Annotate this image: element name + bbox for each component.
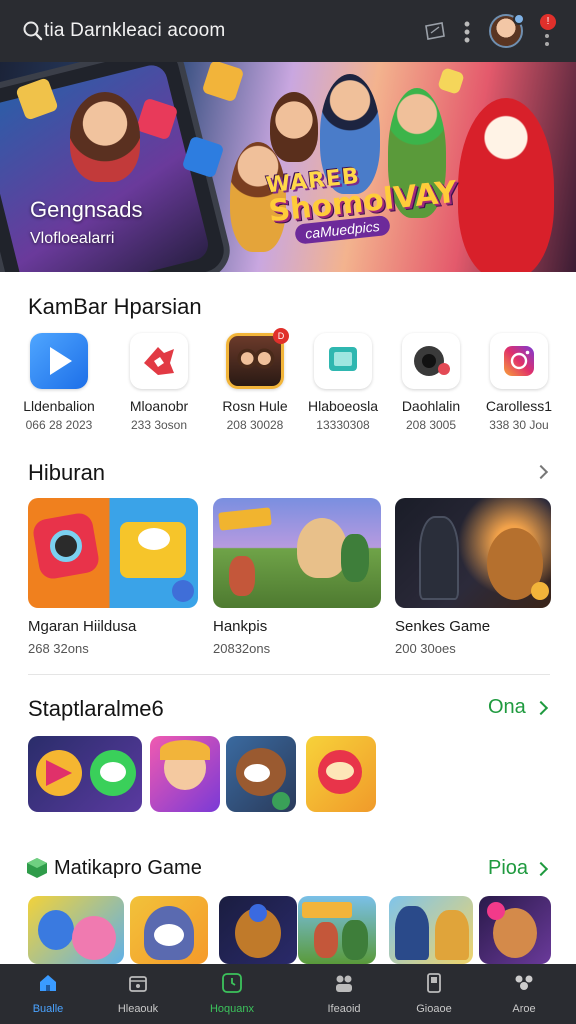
- app-name: Mloanobr: [129, 398, 189, 414]
- app-title: tia Darnkleaci acoom: [44, 20, 226, 41]
- game-tile[interactable]: [28, 896, 124, 964]
- phone-icon: [427, 973, 441, 993]
- card-size: 20832ons: [213, 641, 271, 656]
- nav-item-clock[interactable]: Hoquanx: [184, 964, 280, 1024]
- app-size: 208 30028: [226, 418, 284, 432]
- camera-icon: [402, 333, 460, 389]
- game-tile[interactable]: [479, 896, 551, 964]
- nav-item-phone[interactable]: Gioaoe: [386, 964, 482, 1024]
- card-size: 268 32ons: [28, 641, 89, 656]
- avatar[interactable]: [489, 13, 525, 48]
- app-name: Rosn Hule: [222, 398, 288, 414]
- search-icon[interactable]: [22, 20, 44, 42]
- game-tile[interactable]: [306, 736, 376, 812]
- entertainment-card[interactable]: Senkes Game 200 30oes: [395, 498, 551, 656]
- chevron-right-icon[interactable]: [533, 861, 549, 877]
- divider: [28, 674, 550, 675]
- more-vert-icon[interactable]: • • •: [462, 15, 472, 49]
- ticket-icon[interactable]: [424, 22, 446, 40]
- bottom-nav: Bualle Hleaouk Hoquanx Ifeaoid Gioaoe Ar…: [0, 964, 576, 1024]
- app-name: Daohlalin: [401, 398, 461, 414]
- app-name: Hlaboeosla: [307, 398, 379, 414]
- app-size: 233 3oson: [130, 418, 188, 432]
- card-name: Senkes Game: [395, 618, 491, 635]
- hero-subtitle: Vlofloealarri: [30, 230, 115, 247]
- game-tile[interactable]: [389, 896, 473, 964]
- people-icon: [336, 975, 352, 992]
- nav-item-calendar[interactable]: Hleaouk: [90, 964, 186, 1024]
- app-item[interactable]: Carolless1 338 30 Jou: [471, 333, 567, 432]
- game-tile[interactable]: [219, 896, 297, 964]
- app-item[interactable]: Lldenbalion 066 28 2023: [11, 333, 107, 432]
- card-size: 200 30oes: [395, 641, 456, 656]
- app-size: 208 3005: [405, 418, 457, 432]
- app-badge: D: [273, 328, 289, 344]
- game-tile[interactable]: [226, 736, 296, 812]
- nav-item-home[interactable]: Bualle: [0, 964, 96, 1024]
- game-tile[interactable]: [28, 736, 142, 812]
- card-image: [28, 498, 198, 608]
- chevron-right-icon[interactable]: [533, 464, 549, 480]
- app-name: Carolless1: [485, 398, 553, 414]
- avatar-status-badge: [513, 13, 525, 25]
- notification-badge: !: [540, 14, 556, 30]
- section-title-apps: KamBar Hparsian: [28, 294, 202, 319]
- app-size: 066 28 2023: [25, 418, 93, 432]
- app-item[interactable]: Hlaboeosla 13330308: [295, 333, 391, 432]
- entertainment-card[interactable]: Mgaran Hiildusa 268 32ons: [28, 498, 198, 656]
- puzzle-icon: [130, 333, 188, 389]
- entertainment-card[interactable]: Hankpis 20832ons: [213, 498, 381, 656]
- chevron-right-icon[interactable]: [533, 700, 549, 716]
- card-name: Mgaran Hiildusa: [28, 618, 137, 635]
- home-icon: [40, 975, 56, 991]
- cube-icon: [27, 858, 47, 878]
- app-item[interactable]: D Rosn Hule 208 30028: [207, 328, 303, 432]
- card-image: [213, 498, 381, 608]
- calendar-icon: [129, 976, 147, 992]
- section-title-hiburan: Hiburan: [28, 460, 106, 485]
- hero-title: Gengnsads: [30, 197, 143, 222]
- app-item[interactable]: Daohlalin 208 3005: [383, 333, 479, 432]
- section-title-matika: Matikapro Game: [54, 857, 202, 879]
- chat-icon: [314, 333, 372, 389]
- nav-item-people[interactable]: Ifeaoid: [296, 964, 392, 1024]
- app-name: Lldenbalion: [23, 398, 95, 414]
- app-item[interactable]: Mloanobr 233 3oson: [111, 333, 207, 432]
- nav-item-group[interactable]: Aroe: [476, 964, 572, 1024]
- app-size: 338 30 Jou: [489, 418, 549, 432]
- card-image: [395, 498, 551, 608]
- hero-banner[interactable]: WAREB ShomolVAY caMuedpics Gengnsads Vlo…: [0, 62, 576, 272]
- play-store-icon: [30, 333, 88, 389]
- game-tile[interactable]: [130, 896, 208, 964]
- game-logo: WAREB ShomolVAY caMuedpics: [265, 155, 459, 245]
- family-game-icon: D: [226, 328, 289, 389]
- group-icon: [515, 975, 533, 990]
- game-tile[interactable]: [298, 896, 376, 964]
- app-size: 13330308: [316, 418, 370, 432]
- clock-icon: [222, 973, 242, 993]
- see-more-link[interactable]: Pioa: [488, 857, 528, 880]
- section-title-staptara: Staptlaralme6: [28, 696, 164, 721]
- notification-icon[interactable]: !: [538, 12, 558, 52]
- game-tile[interactable]: [150, 736, 220, 812]
- card-name: Hankpis: [213, 618, 268, 635]
- top-bar: tia Darnkleaci acoom • • • !: [0, 0, 576, 62]
- instagram-icon: [490, 333, 548, 389]
- see-more-link[interactable]: Ona: [488, 696, 526, 719]
